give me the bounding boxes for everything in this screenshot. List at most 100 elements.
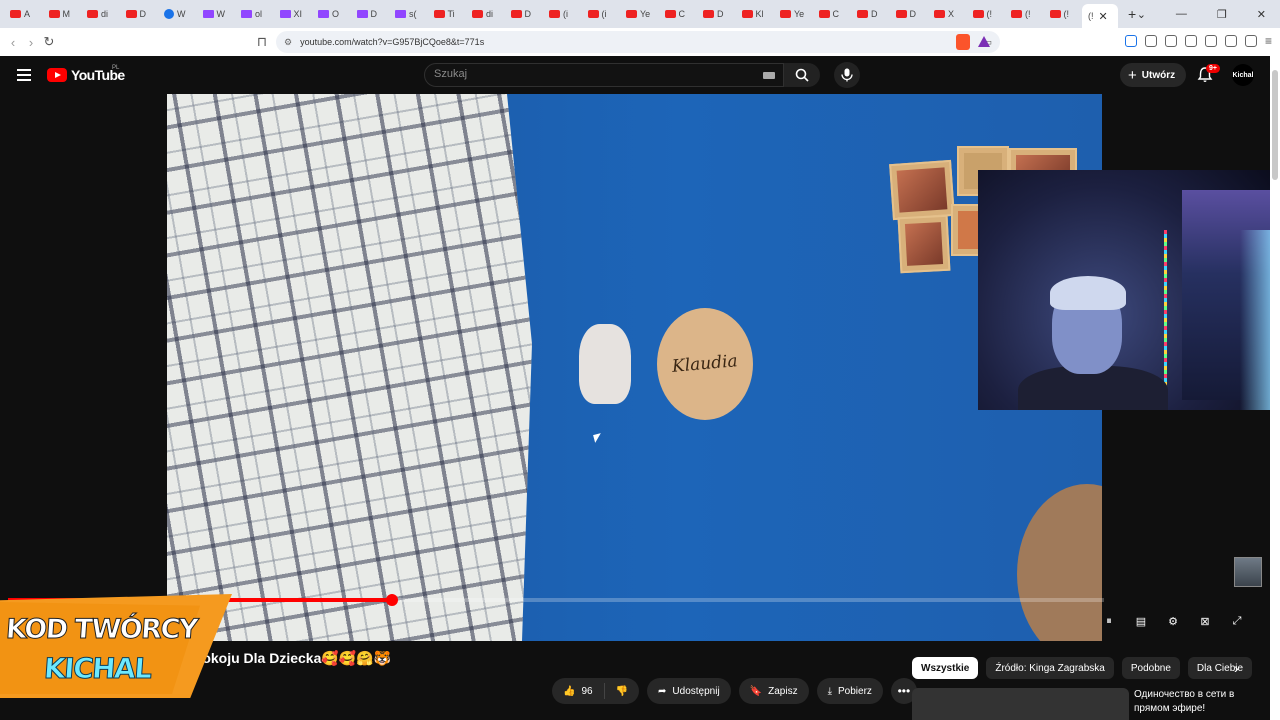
browser-tab[interactable]: (! (1044, 2, 1083, 26)
url-field[interactable]: ⚙ youtube.com/watch?v=G957BjCQoe8&t=771s… (276, 31, 1000, 53)
download-button[interactable]: ⤓ Pobierz (816, 678, 883, 704)
site-info-icon[interactable]: ⚙ (284, 37, 292, 48)
filter-chip[interactable]: Źródło: Kinga Zagrabska (986, 657, 1114, 679)
browser-tab[interactable]: C (659, 2, 698, 26)
video-player[interactable]: Klaudia (167, 94, 1102, 641)
browser-tab[interactable]: Ti (428, 2, 467, 26)
browser-tab[interactable]: D (505, 2, 544, 26)
chevron-right-icon[interactable]: › (1234, 660, 1250, 676)
browser-tab[interactable]: (i (582, 2, 621, 26)
miniplayer-thumbnail[interactable] (1234, 557, 1262, 587)
fullscreen-icon[interactable]: ⤢ (1228, 612, 1246, 630)
browser-tab[interactable]: Ye (620, 2, 659, 26)
tab-label: XI (293, 9, 303, 19)
youtube-logo[interactable]: YouTube PL (47, 65, 125, 83)
twitch-favicon-icon (395, 10, 406, 18)
search-icon (795, 68, 809, 82)
browser-tab[interactable]: D (120, 2, 159, 26)
share-button[interactable]: ➦ Udostępnij (647, 678, 731, 704)
notification-badge: 9+ (1206, 64, 1220, 73)
close-icon[interactable]: ✕ (1099, 10, 1111, 23)
filter-chip[interactable]: Wszystkie (912, 657, 979, 679)
youtube-favicon-icon (1049, 10, 1061, 18)
browser-tab[interactable]: (i (543, 2, 582, 26)
browser-tab[interactable]: ol (235, 2, 274, 26)
search-box (424, 63, 784, 87)
browser-tab[interactable]: D (351, 2, 390, 26)
tab-label: Ti (447, 9, 455, 19)
restore-icon[interactable]: ❐ (1217, 8, 1227, 21)
active-tab[interactable]: (! ✕ (1082, 4, 1118, 28)
bookmark-icon[interactable]: ⊓ (253, 33, 271, 51)
rewards-icon[interactable] (978, 36, 990, 47)
tab-label: D (524, 9, 532, 19)
reload-icon[interactable]: ↻ (40, 33, 58, 51)
browser-tab[interactable]: A (4, 2, 43, 26)
miniplayer-icon[interactable]: ⊠ (1196, 612, 1214, 630)
browser-tab[interactable]: M (43, 2, 82, 26)
back-icon[interactable]: ‹ (4, 33, 22, 51)
subtitles-icon[interactable]: ▤ (1132, 612, 1150, 630)
browser-tab[interactable]: X (928, 2, 967, 26)
voice-search-button[interactable] (834, 62, 860, 88)
dislike-button[interactable]: 👎 (605, 678, 639, 704)
tab-label: M (62, 9, 71, 19)
close-window-icon[interactable]: ✕ (1257, 8, 1266, 21)
twitch-favicon-icon (356, 10, 368, 18)
progress-scrubber[interactable] (385, 594, 398, 606)
youtube-favicon-icon (857, 10, 868, 18)
browser-tab[interactable]: D (890, 2, 929, 26)
browser-tab[interactable]: D (851, 2, 890, 26)
tab-label: W (216, 9, 226, 19)
browser-tab[interactable]: C (813, 2, 852, 26)
minimize-icon[interactable]: — (1176, 8, 1187, 20)
music-icon[interactable] (1164, 35, 1177, 47)
scrollbar-thumb[interactable] (1272, 70, 1278, 180)
browser-tab[interactable]: di (81, 2, 120, 26)
sidebar-icon[interactable] (1184, 35, 1197, 47)
thumbs-up-icon: 👍 (563, 685, 576, 697)
browser-tab[interactable]: di (466, 2, 505, 26)
extension-icon[interactable] (1144, 35, 1157, 47)
recommendation-thumbnail[interactable] (912, 688, 1129, 720)
browser-tab[interactable]: W (197, 2, 236, 26)
forward-icon[interactable]: › (22, 33, 40, 51)
hamburger-menu-icon[interactable] (17, 69, 31, 81)
recommendation-title[interactable]: Одиночество в сети в прямом эфире! (1134, 688, 1244, 716)
browser-tab[interactable]: XI (274, 2, 313, 26)
youtube-favicon-icon (664, 10, 676, 18)
tab-label: ol (255, 9, 263, 19)
filter-chip[interactable]: Podobne (1121, 657, 1180, 679)
keyboard-icon[interactable] (763, 72, 775, 79)
tab-label: D (909, 9, 917, 19)
translate-icon[interactable] (1124, 35, 1137, 47)
browser-tab[interactable]: Kl (736, 2, 775, 26)
search-input[interactable] (434, 68, 734, 80)
action-bar: 👍 96 👎 ➦ Udostępnij 🔖 Zapisz ⤓ Pobierz •… (552, 678, 917, 704)
tab-label: W (177, 9, 186, 19)
browser-tab[interactable]: (! (1005, 2, 1044, 26)
menu-icon[interactable]: ≡ (1265, 34, 1272, 48)
tab-label: (! (1025, 9, 1031, 19)
avatar[interactable]: Kichal (1232, 64, 1254, 86)
wallet-icon[interactable] (1204, 35, 1217, 47)
save-button[interactable]: 🔖 Zapisz (738, 678, 809, 704)
autoplay-toggle-icon[interactable]: ⏸ (1100, 612, 1118, 630)
like-dislike-group: 👍 96 👎 (552, 678, 640, 704)
create-button[interactable]: + Utwórz (1120, 63, 1186, 87)
search-button[interactable] (784, 63, 820, 87)
browser-tab[interactable]: (! (967, 2, 1006, 26)
like-button[interactable]: 👍 96 (552, 678, 604, 704)
leo-icon[interactable] (1224, 35, 1237, 47)
brave-shield-icon[interactable] (956, 34, 970, 50)
browser-tab[interactable]: Ye (774, 2, 813, 26)
vpn-icon[interactable] (1244, 35, 1257, 47)
settings-gear-icon[interactable]: ⚙ (1164, 612, 1182, 630)
chevron-down-icon[interactable]: ⌄ (1137, 8, 1146, 21)
browser-tab[interactable]: W (158, 2, 197, 26)
plaid-shirt-image (167, 94, 532, 641)
browser-tab[interactable]: s( (389, 2, 428, 26)
browser-tab[interactable]: O (312, 2, 351, 26)
share-icon: ➦ (658, 685, 667, 697)
browser-tab[interactable]: D (697, 2, 736, 26)
